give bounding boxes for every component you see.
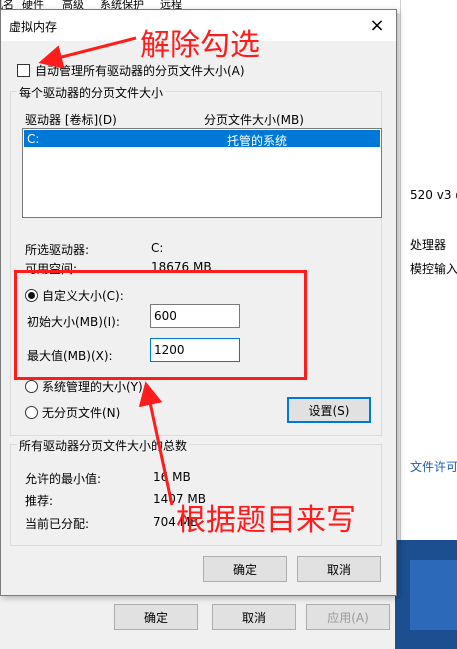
annotation-arrow-bottom — [138, 381, 174, 506]
annotation-arrows — [38, 36, 174, 506]
annotation-arrow-top — [38, 36, 137, 69]
